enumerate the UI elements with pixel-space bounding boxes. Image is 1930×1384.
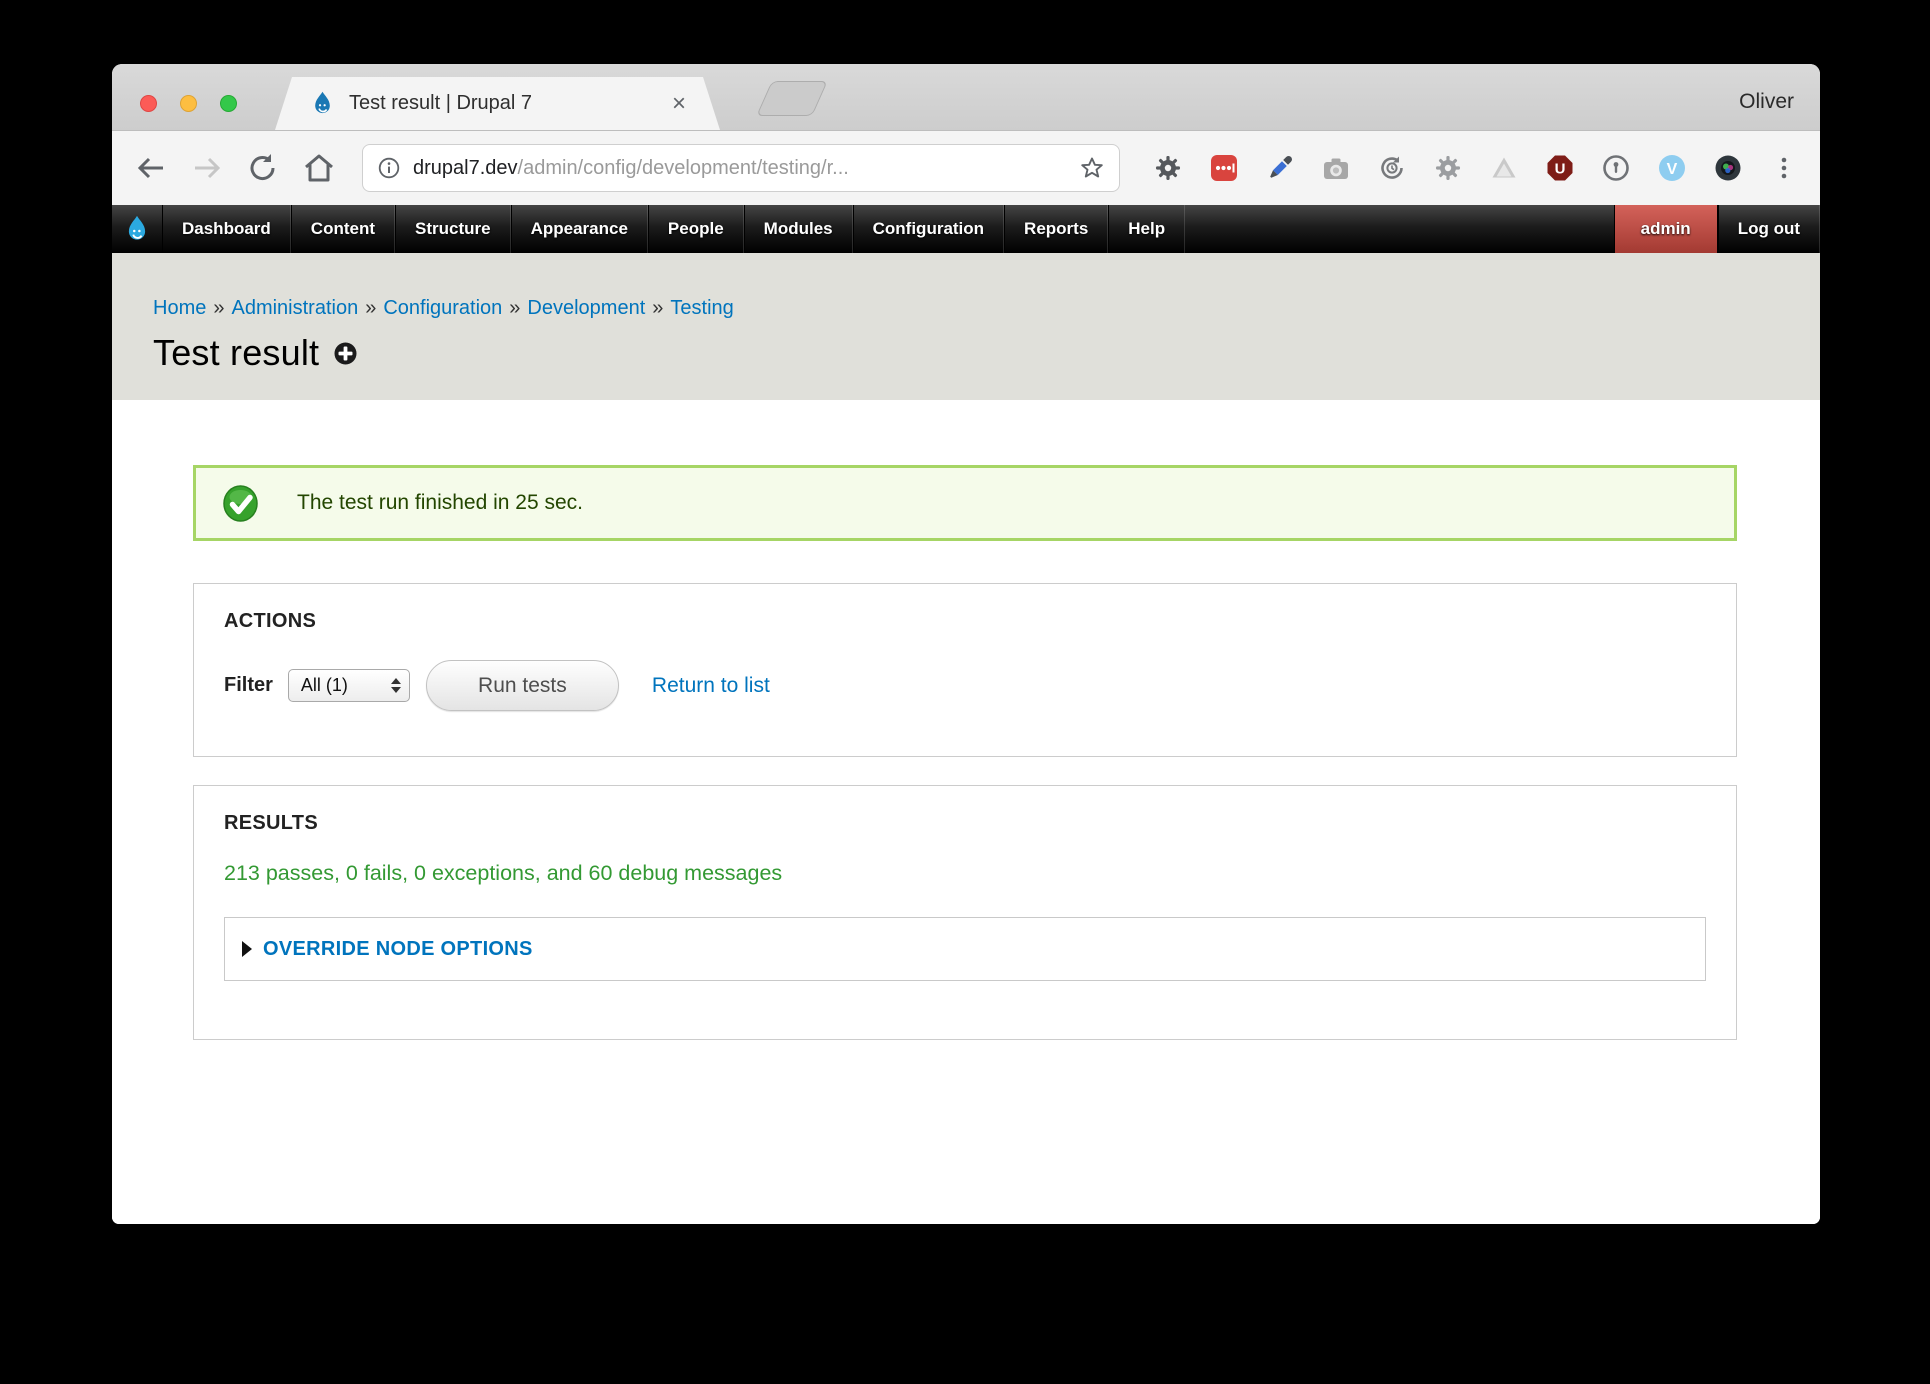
- grey-gear-icon[interactable]: [1434, 154, 1462, 182]
- filter-label: Filter: [224, 674, 273, 697]
- page-title: Test result: [153, 332, 319, 374]
- toolbar-item-dashboard[interactable]: Dashboard: [162, 205, 291, 253]
- ublock-origin-icon[interactable]: U: [1546, 154, 1574, 182]
- page-content: The test run finished in 25 sec. ACTIONS…: [112, 465, 1820, 1224]
- filter-select-value: All (1): [301, 675, 391, 696]
- eyedropper-icon[interactable]: [1266, 154, 1294, 182]
- new-tab-button[interactable]: [756, 81, 828, 116]
- toolbar-logout[interactable]: Log out: [1718, 205, 1820, 253]
- browser-profile-name[interactable]: Oliver: [1739, 90, 1794, 114]
- page-info-icon[interactable]: [377, 156, 401, 180]
- titlebar: Test result | Drupal 7 × Oliver: [112, 64, 1820, 130]
- toolbar-item-people[interactable]: People: [648, 205, 744, 253]
- breadcrumb-separator: »: [509, 297, 520, 319]
- toolbar-item-reports[interactable]: Reports: [1004, 205, 1108, 253]
- toolbar-item-help[interactable]: Help: [1108, 205, 1185, 253]
- reload-icon[interactable]: [246, 151, 280, 185]
- password-manager-icon[interactable]: [1210, 154, 1238, 182]
- window-controls: [140, 95, 237, 112]
- select-arrows-icon: [391, 678, 401, 693]
- add-shortcut-icon[interactable]: [334, 342, 357, 365]
- breadcrumb-administration[interactable]: Administration: [231, 297, 358, 319]
- url-text[interactable]: drupal7.dev/admin/config/development/tes…: [413, 157, 1079, 180]
- tab-title: Test result | Drupal 7: [349, 92, 672, 115]
- toolbar-user-admin[interactable]: admin: [1614, 205, 1718, 253]
- minimize-window-button[interactable]: [180, 95, 197, 112]
- bookmark-star-icon[interactable]: [1079, 155, 1105, 181]
- actions-heading: ACTIONS: [224, 610, 1706, 633]
- breadcrumb-separator: »: [213, 297, 224, 319]
- drupal-home-button[interactable]: [112, 205, 162, 253]
- svg-text:U: U: [1555, 161, 1566, 178]
- url-path: /admin/config/development/testing/r...: [518, 157, 849, 179]
- session-refresh-icon[interactable]: [1378, 154, 1406, 182]
- breadcrumb-configuration[interactable]: Configuration: [383, 297, 502, 319]
- breadcrumb-development[interactable]: Development: [527, 297, 645, 319]
- zoom-window-button[interactable]: [220, 95, 237, 112]
- breadcrumb-separator: »: [365, 297, 376, 319]
- actions-panel: ACTIONS Filter All (1) Run tests Return …: [193, 583, 1737, 757]
- results-heading: RESULTS: [224, 812, 1706, 835]
- vimium-icon[interactable]: V: [1658, 154, 1686, 182]
- success-check-icon: [222, 485, 259, 522]
- toolbar-item-content[interactable]: Content: [291, 205, 395, 253]
- keyhole-icon[interactable]: [1602, 154, 1630, 182]
- extension-row: U V: [1154, 154, 1798, 182]
- return-to-list-link[interactable]: Return to list: [652, 674, 770, 698]
- drive-icon[interactable]: [1490, 154, 1518, 182]
- results-panel: RESULTS 213 passes, 0 fails, 0 exception…: [193, 785, 1737, 1040]
- address-bar[interactable]: drupal7.dev/admin/config/development/tes…: [362, 144, 1120, 192]
- drupal-logo-icon: [122, 214, 152, 244]
- run-tests-button[interactable]: Run tests: [426, 660, 619, 711]
- close-window-button[interactable]: [140, 95, 157, 112]
- camera-lens-icon[interactable]: [1714, 154, 1742, 182]
- navigation-bar: drupal7.dev/admin/config/development/tes…: [112, 130, 1820, 205]
- forward-icon[interactable]: [190, 151, 224, 185]
- filter-select[interactable]: All (1): [288, 669, 410, 702]
- toolbar-item-configuration[interactable]: Configuration: [853, 205, 1004, 253]
- override-node-options-fieldset[interactable]: OVERRIDE NODE OPTIONS: [224, 917, 1706, 981]
- back-icon[interactable]: [134, 151, 168, 185]
- breadcrumb-home[interactable]: Home: [153, 297, 206, 319]
- collapsed-arrow-icon: [242, 941, 252, 957]
- results-summary: 213 passes, 0 fails, 0 exceptions, and 6…: [224, 861, 1706, 886]
- settings-gear-icon[interactable]: [1154, 154, 1182, 182]
- toolbar-item-appearance[interactable]: Appearance: [511, 205, 648, 253]
- fieldset-title[interactable]: OVERRIDE NODE OPTIONS: [263, 938, 533, 961]
- drupal-favicon-icon: [309, 90, 336, 117]
- breadcrumb-separator: »: [652, 297, 663, 319]
- toolbar-item-modules[interactable]: Modules: [744, 205, 853, 253]
- camera-icon[interactable]: [1322, 154, 1350, 182]
- home-icon[interactable]: [302, 151, 336, 185]
- browser-window: Test result | Drupal 7 × Oliver drupal7.…: [112, 64, 1820, 1224]
- toolbar-user-area: admin Log out: [1614, 205, 1820, 253]
- drupal-admin-toolbar: Dashboard Content Structure Appearance P…: [112, 205, 1820, 253]
- browser-tab[interactable]: Test result | Drupal 7 ×: [275, 77, 720, 130]
- breadcrumb-testing[interactable]: Testing: [670, 297, 733, 319]
- status-message: The test run finished in 25 sec.: [193, 465, 1737, 541]
- browser-menu-icon[interactable]: [1770, 154, 1798, 182]
- filter-row: Filter All (1) Run tests Return to list: [224, 660, 1706, 711]
- breadcrumb: Home » Administration » Configuration » Develo…: [153, 297, 1820, 320]
- tab-close-icon[interactable]: ×: [672, 92, 686, 116]
- page-header: Home » Administration » Configuration » Develo…: [112, 253, 1820, 400]
- toolbar-item-structure[interactable]: Structure: [395, 205, 511, 253]
- svg-text:V: V: [1667, 161, 1678, 178]
- status-message-text: The test run finished in 25 sec.: [297, 491, 583, 515]
- url-host: drupal7.dev: [413, 157, 518, 179]
